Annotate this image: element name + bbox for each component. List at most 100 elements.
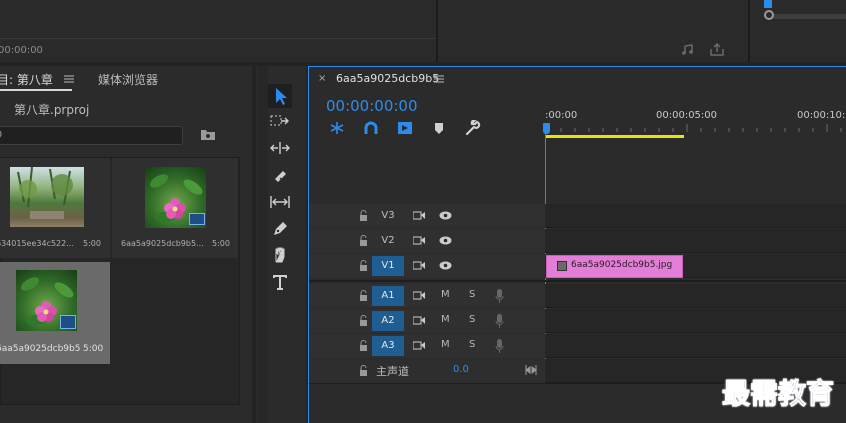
track-header-a1[interactable]: A1 M S — [309, 284, 545, 308]
track-select-tool-icon[interactable] — [270, 114, 290, 128]
microphone-icon[interactable] — [495, 314, 504, 328]
track-lane-a1[interactable] — [545, 284, 846, 308]
export-audio-icon[interactable] — [682, 44, 696, 56]
master-label: 主声道 — [376, 365, 409, 378]
ruler-label: :00:00 — [545, 110, 578, 121]
solo-button[interactable]: S — [469, 339, 475, 350]
linked-selection-icon[interactable] — [396, 120, 414, 136]
project-file-name: 第八章.prproj — [14, 103, 90, 117]
search-input[interactable] — [0, 126, 183, 145]
mute-button[interactable]: M — [441, 339, 450, 350]
track-header-v2[interactable]: V2 — [309, 229, 545, 253]
search-icon[interactable] — [0, 128, 4, 142]
sync-lock-icon[interactable] — [413, 236, 425, 245]
fx-badge-icon — [557, 261, 567, 271]
track-lane-v3[interactable] — [545, 204, 846, 228]
close-tab-icon[interactable]: × — [318, 73, 326, 84]
microphone-icon[interactable] — [495, 289, 504, 303]
track-header-v3[interactable]: V3 — [309, 204, 545, 228]
source-timecode: 00:00:00 — [0, 45, 43, 56]
master-volume-value[interactable]: 0.0 — [453, 364, 469, 375]
track-lane-a2[interactable] — [545, 309, 846, 333]
timeline-settings-wrench-icon[interactable] — [465, 120, 481, 136]
ripple-edit-tool-icon[interactable] — [270, 141, 290, 155]
item-duration: 5:00 — [83, 344, 104, 354]
image-type-badge-icon — [60, 315, 76, 329]
eye-icon[interactable] — [439, 261, 452, 270]
item-name: 634015ee34c522... — [0, 239, 74, 248]
sync-lock-icon[interactable] — [413, 341, 425, 350]
lock-icon[interactable] — [359, 340, 368, 351]
solo-button[interactable]: S — [469, 289, 475, 300]
panel-menu-icon[interactable] — [64, 75, 74, 83]
lock-icon[interactable] — [359, 365, 368, 376]
tools-grip — [258, 66, 268, 423]
clip-name: 6aa5a9025dcb9b5.jpg — [571, 260, 673, 270]
item-duration: 5:00 — [212, 239, 230, 248]
lock-icon[interactable] — [359, 315, 368, 326]
item-name: 6aa5a9025dcb9b5 — [0, 344, 81, 354]
slip-tool-icon[interactable] — [269, 195, 291, 209]
playhead-timecode[interactable]: 00:00:00:00 — [326, 97, 418, 115]
item-name: 6aa5a9025dcb9b5... — [121, 239, 204, 248]
panel-menu-icon[interactable] — [434, 75, 444, 83]
new-search-bin-icon[interactable] — [200, 129, 216, 141]
tab-project-underline — [0, 89, 72, 91]
watermark: 最需教育 — [721, 377, 835, 411]
track-target-v2[interactable]: V2 — [372, 231, 404, 251]
image-type-badge-icon — [189, 213, 205, 225]
microphone-icon[interactable] — [495, 339, 504, 353]
program-monitor-panel — [438, 0, 748, 62]
sequence-tab[interactable]: 6aa5a9025dcb9b5 — [336, 72, 439, 85]
tab-media-browser[interactable]: 媒体浏览器 — [98, 71, 158, 88]
work-area-bar[interactable] — [546, 135, 684, 138]
lock-icon[interactable] — [359, 210, 368, 221]
ruler-label: 00:00:10:0 — [797, 110, 846, 121]
track-target-v3[interactable]: V3 — [372, 206, 404, 226]
mute-button[interactable]: M — [441, 314, 450, 325]
track-divider — [309, 280, 846, 282]
razor-tool-icon[interactable] — [271, 167, 289, 185]
fit-tracks-icon[interactable] — [525, 364, 537, 376]
selection-tool-icon[interactable] — [268, 84, 292, 108]
type-tool-icon[interactable] — [271, 273, 289, 291]
add-marker-icon[interactable] — [433, 121, 445, 135]
sync-lock-icon[interactable] — [413, 316, 425, 325]
ruler-label: 00:00:05:00 — [656, 110, 718, 121]
pen-tool-icon[interactable] — [271, 220, 289, 238]
snap-icon[interactable] — [363, 121, 379, 135]
playhead-handle[interactable] — [543, 123, 550, 134]
solo-button[interactable]: S — [469, 314, 475, 325]
lock-icon[interactable] — [359, 235, 368, 246]
sync-lock-icon[interactable] — [413, 211, 425, 220]
track-header-a2[interactable]: A2 M S — [309, 309, 545, 333]
track-area: V3 V2 V1 A1 M S A2 M S A3 M S 主声道 0.0 6a… — [309, 204, 846, 384]
playhead-slider-track[interactable] — [768, 14, 846, 19]
timeline-clip[interactable]: 6aa5a9025dcb9b5.jpg — [546, 255, 683, 278]
track-header-v1[interactable]: V1 — [309, 254, 545, 278]
audio-meter-panel — [750, 0, 846, 62]
track-target-a2[interactable]: A2 — [372, 311, 404, 331]
tab-project[interactable]: 目: 第八章 — [0, 71, 53, 88]
nest-sequence-icon[interactable] — [329, 121, 345, 135]
source-monitor-panel — [0, 0, 436, 62]
track-header-a3[interactable]: A3 M S — [309, 334, 545, 358]
hand-tool-icon[interactable] — [271, 246, 289, 264]
lock-icon[interactable] — [359, 290, 368, 301]
sync-lock-icon[interactable] — [413, 261, 425, 270]
eye-icon[interactable] — [439, 211, 452, 220]
track-target-a3[interactable]: A3 — [372, 336, 404, 356]
mute-button[interactable]: M — [441, 289, 450, 300]
eye-icon[interactable] — [439, 236, 452, 245]
master-track-header[interactable]: 主声道 0.0 — [309, 359, 545, 383]
track-lane-a3[interactable] — [545, 334, 846, 358]
clip-thumbnail[interactable] — [10, 167, 84, 227]
export-frame-icon[interactable] — [709, 43, 725, 57]
track-lane-v2[interactable] — [545, 229, 846, 253]
lock-icon[interactable] — [359, 260, 368, 271]
sync-lock-icon[interactable] — [413, 291, 425, 300]
playhead-marker — [764, 0, 772, 8]
track-target-a1[interactable]: A1 — [372, 286, 404, 306]
track-target-v1[interactable]: V1 — [372, 256, 404, 276]
playhead-slider-handle[interactable] — [764, 10, 774, 20]
